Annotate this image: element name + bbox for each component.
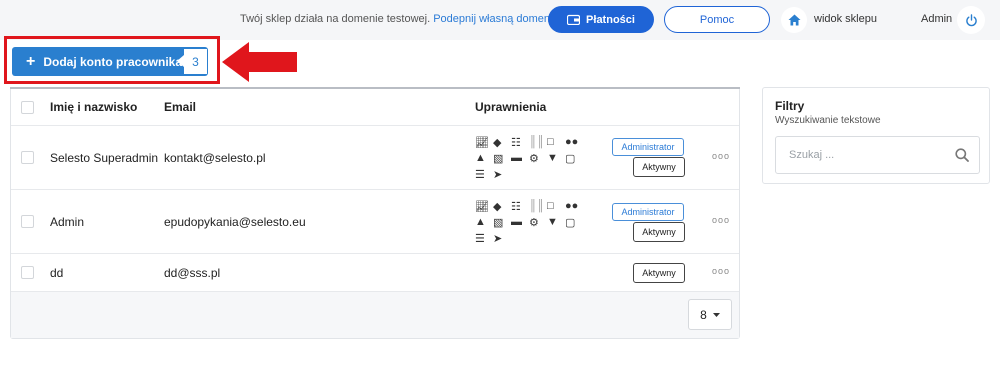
payments-label: Płatności <box>586 13 635 26</box>
chart-icon: 📈︎ <box>475 136 489 149</box>
logout-button[interactable] <box>957 6 985 34</box>
home-icon <box>788 14 800 26</box>
sitemap-icon: ☷ <box>511 200 521 213</box>
search-icon[interactable] <box>955 148 969 162</box>
credit-card-icon: ▬ <box>511 152 522 164</box>
arrow-left-icon <box>222 42 297 82</box>
status-badge: Aktywny <box>633 222 685 242</box>
help-button[interactable]: Pomoc <box>664 6 770 33</box>
filters-title: Filtry <box>775 99 805 113</box>
credit-card-icon: ▬ <box>511 216 522 228</box>
employee-name: dd <box>50 266 64 280</box>
employee-count-badge: 3 <box>184 49 207 74</box>
role-badge: Administrator <box>612 203 684 221</box>
note-icon: ▢ <box>565 152 576 165</box>
users-icon: ●● <box>565 200 579 212</box>
table-footer <box>11 292 739 338</box>
permissions-icons: 📈︎ ◆ ☷ ║║ □ ●● ▲ ▧ ▬ ⚙ ▼ ▢ ☰ ➤ <box>475 198 583 246</box>
cogs-icon: ⚙ <box>529 152 539 165</box>
header-permissions: Uprawnienia <box>475 100 547 114</box>
search-box <box>775 136 980 174</box>
help-label: Pomoc <box>699 13 735 26</box>
page-size-value: 8 <box>700 307 707 322</box>
user-name: Admin <box>921 13 953 25</box>
row-checkbox[interactable] <box>21 215 34 228</box>
row-checkbox[interactable] <box>21 151 34 164</box>
row-checkbox[interactable] <box>21 266 34 279</box>
cart-icon: ▼ <box>547 216 558 228</box>
users-icon: ●● <box>565 136 579 148</box>
tags-icon: ◆ <box>493 136 502 149</box>
search-input[interactable] <box>776 137 946 173</box>
home-button[interactable] <box>781 7 807 33</box>
devices-icon: □ <box>547 136 554 148</box>
payments-button[interactable]: Płatności <box>548 6 654 33</box>
tags-icon: ◆ <box>493 200 502 213</box>
list-icon: ☰ <box>475 232 485 245</box>
filters-subtitle: Wyszukiwanie tekstowe <box>775 115 881 126</box>
power-icon <box>965 13 977 26</box>
employee-name: Selesto Superadmin <box>50 151 159 165</box>
sitemap-icon: ☷ <box>511 136 521 149</box>
permissions-icons: 📈︎ ◆ ☷ ║║ □ ●● ▲ ▧ ▬ ⚙ ▼ ▢ ☰ ➤ <box>475 134 583 182</box>
cubes-icon: ▧ <box>493 216 504 229</box>
count-badge-notch <box>177 55 184 67</box>
role-badge: Administrator <box>612 138 684 156</box>
employee-email: epudopykania@selesto.eu <box>164 215 306 229</box>
status-badge: Aktywny <box>633 263 685 283</box>
table-row <box>11 190 739 254</box>
employee-email: kontakt@selesto.pl <box>164 151 266 165</box>
wallet-icon <box>567 14 581 25</box>
employee-name: Admin <box>50 215 85 229</box>
add-employee-label: Dodaj konto pracownika <box>43 54 183 69</box>
notice-text: Twój sklep działa na domenie testowej. <box>240 13 434 25</box>
row-more-menu[interactable]: ooo <box>712 215 730 225</box>
cubes-icon: ▧ <box>493 152 504 165</box>
row-more-menu[interactable]: ooo <box>712 266 730 276</box>
header-email: Email <box>164 100 197 114</box>
header-name: Imię i nazwisko <box>50 100 138 114</box>
connect-domain-link[interactable]: Podepnij własną domenę <box>433 13 556 25</box>
caret-down-icon <box>712 312 720 317</box>
test-domain-notice: Twój sklep działa na domenie testowej. P… <box>240 13 556 25</box>
cogs-icon: ⚙ <box>529 216 539 229</box>
list-icon: ☰ <box>475 168 485 181</box>
send-icon: ➤ <box>493 232 503 245</box>
barcode-icon: ║║ <box>529 136 545 148</box>
chart-icon: 📈︎ <box>475 200 489 213</box>
row-more-menu[interactable]: ooo <box>712 151 730 161</box>
table-row <box>11 254 739 292</box>
user-secret-icon: ▲ <box>475 216 486 228</box>
cart-icon: ▼ <box>547 152 558 164</box>
employee-email: dd@sss.pl <box>164 266 221 280</box>
devices-icon: □ <box>547 200 554 212</box>
status-badge: Aktywny <box>633 157 685 177</box>
user-secret-icon: ▲ <box>475 152 486 164</box>
plus-icon: + <box>26 52 36 70</box>
note-icon: ▢ <box>565 216 576 229</box>
shop-view-link[interactable]: widok sklepu <box>814 13 877 25</box>
barcode-icon: ║║ <box>529 200 545 212</box>
send-icon: ➤ <box>493 168 503 181</box>
select-all-checkbox[interactable] <box>21 101 34 114</box>
page-size-select[interactable]: 8 <box>688 299 732 330</box>
